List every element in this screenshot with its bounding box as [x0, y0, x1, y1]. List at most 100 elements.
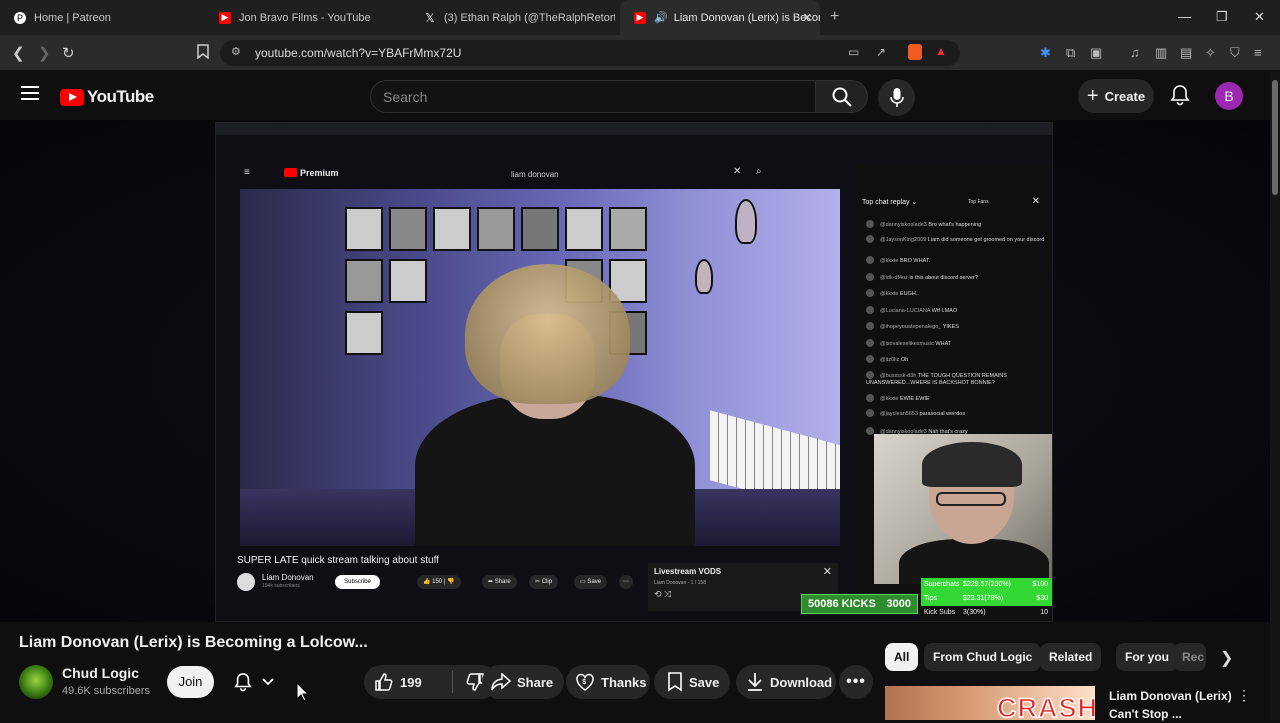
recorded-video-title: SUPER LATE quick stream talking about st…: [237, 555, 439, 566]
voice-search-button[interactable]: [878, 79, 915, 116]
chat-avatar: [866, 409, 874, 417]
extension-icon[interactable]: ✱: [1040, 45, 1051, 61]
chip-all[interactable]: All: [885, 643, 919, 671]
like-dislike-group: 199: [364, 665, 498, 699]
bookmark-icon[interactable]: [197, 44, 209, 63]
like-button[interactable]: 199: [364, 672, 452, 692]
cast-icon[interactable]: ▭: [848, 45, 859, 59]
chat-username: @kkxte: [880, 291, 899, 297]
chat-username: @Luciana-LUCIANA: [880, 308, 931, 314]
row-value: $229.57(230%): [963, 581, 1011, 588]
tab-label: Jon Bravo Films - YouTube: [239, 11, 371, 24]
download-button[interactable]: Download: [736, 665, 836, 699]
notifications-button[interactable]: [1170, 84, 1190, 111]
join-button[interactable]: Join: [167, 666, 214, 698]
recommended-video-title[interactable]: Liam Donovan (Lerix) Can't Stop ...: [1109, 687, 1239, 723]
kicks-value: 3000: [886, 598, 911, 610]
chat-message: @idk-df4oz is this about discord server?: [866, 273, 1046, 282]
channel-avatar[interactable]: [19, 665, 53, 699]
browser-tab-bar: P Home | Patreon ▶ Jon Bravo Films - You…: [0, 0, 1280, 35]
account-avatar[interactable]: B: [1215, 82, 1243, 110]
tips-row: Tips $23.31(78%) $30: [921, 592, 1052, 606]
row-value: 3(30%): [963, 609, 986, 616]
site-settings-icon[interactable]: ⚙: [231, 45, 241, 58]
x-icon: 𝕏: [425, 10, 435, 25]
donation-goals-overlay: Superchats $229.57(230%) $100 Tips $23.31(7…: [921, 578, 1052, 620]
chat-message: @bussssk-d3h THE TOUGH QUESTION REMAINS …: [866, 371, 1046, 387]
address-bar[interactable]: ⚙ youtube.com/watch?v=YBAFrMmx72U ▭ ↗ ▲: [220, 40, 960, 66]
browser-tab-jon-bravo[interactable]: ▶ Jon Bravo Films - YouTube: [205, 0, 410, 35]
search-input[interactable]: [371, 81, 815, 112]
share-label: Share: [494, 579, 511, 585]
new-tab-button[interactable]: +: [830, 8, 839, 26]
leo-ai-icon[interactable]: ✧: [1205, 45, 1216, 61]
youtube-logo[interactable]: YouTube: [60, 87, 154, 107]
search-box[interactable]: [370, 80, 816, 113]
tab-label: (3) Ethan Ralph (@TheRalphRetort) /: [444, 11, 615, 24]
chevron-right-icon[interactable]: ❯: [1220, 648, 1233, 668]
chip-from-chud-logic[interactable]: From Chud Logic: [924, 643, 1042, 671]
recommended-title-line: Can't Stop ...: [1109, 707, 1182, 721]
minimize-button[interactable]: —: [1178, 9, 1191, 24]
recorded-browser-tabs: [216, 123, 1052, 135]
chat-text: parasocial weirdos: [919, 411, 966, 417]
browser-tab-patreon[interactable]: P Home | Patreon: [0, 0, 205, 35]
vpn-icon[interactable]: ⛉: [1230, 45, 1240, 61]
brave-rewards-icon[interactable]: ▲: [935, 44, 947, 58]
sidebar-icon[interactable]: ▥: [1155, 45, 1167, 61]
chip-related[interactable]: Related: [1040, 643, 1102, 671]
media-icon[interactable]: ♫: [1130, 45, 1140, 60]
more-vertical-icon[interactable]: ⋮: [1237, 687, 1251, 704]
close-window-button[interactable]: ✕: [1254, 9, 1265, 25]
recorded-subscribe-button: Subscribe: [335, 575, 380, 589]
create-button[interactable]: + Create: [1078, 79, 1154, 113]
chat-avatar: [866, 289, 874, 297]
kick-subs-row: Kick Subs 3(30%) 10: [921, 606, 1052, 620]
brave-shields-icon[interactable]: [908, 44, 922, 60]
commentator-hat: [922, 442, 1022, 487]
browser-toolbar: ❮ ❯ ↻ ⚙ youtube.com/watch?v=YBAFrMmx72U …: [0, 35, 1280, 71]
pendant-lamp: [695, 259, 713, 294]
recorded-youtube-premium-logo: Premium: [284, 168, 339, 178]
wallet-card-icon[interactable]: ▤: [1180, 45, 1192, 61]
subscription-notification-button[interactable]: [224, 666, 284, 698]
row-goal: $100: [1032, 581, 1048, 588]
share-page-icon[interactable]: ↗: [876, 45, 886, 59]
chip-recently-uploaded[interactable]: Rec: [1173, 643, 1206, 671]
premium-label: Premium: [300, 168, 339, 178]
chat-avatar: [866, 235, 874, 243]
back-icon[interactable]: ❮: [12, 44, 25, 62]
youtube-play-icon: [60, 88, 84, 106]
recorded-more-button: ⋯: [619, 575, 633, 589]
chat-message: @isovaleselikesmusic WHAT: [866, 339, 1046, 348]
chat-avatar: [866, 273, 874, 281]
page-scrollbar-thumb[interactable]: [1272, 80, 1278, 195]
chip-for-you[interactable]: For you: [1116, 643, 1178, 671]
chat-username: @idk-df4oz: [880, 275, 908, 281]
hamburger-menu-icon[interactable]: [21, 86, 39, 100]
thumbs-up-icon: [375, 673, 393, 691]
youtube-logo-text: YouTube: [87, 87, 154, 106]
video-player[interactable]: ≡ Premium liam donovan ✕ ⌕ ⇪ 🔔: [0, 120, 1270, 622]
extensions-puzzle-icon[interactable]: ⧉: [1066, 45, 1075, 61]
more-actions-button[interactable]: •••: [839, 665, 873, 699]
chat-avatar: [866, 371, 874, 379]
recommended-video-thumbnail[interactable]: CRASH: [885, 686, 1095, 720]
pendant-lamp: [735, 199, 757, 244]
share-button[interactable]: Share: [482, 665, 564, 699]
close-tab-icon[interactable]: ✕: [803, 11, 812, 24]
chat-username: @JaysonKing2009: [880, 237, 927, 243]
search-button[interactable]: [816, 80, 868, 113]
chat-avatar: [866, 355, 874, 363]
channel-name[interactable]: Chud Logic: [62, 665, 139, 681]
reload-icon[interactable]: ↻: [62, 44, 75, 62]
thanks-button[interactable]: $ Thanks: [566, 665, 650, 699]
restore-button[interactable]: ❐: [1216, 9, 1228, 25]
chat-username: @bussssk-d3h: [880, 373, 917, 379]
forward-icon[interactable]: ❯: [38, 44, 51, 62]
browser-tab-ethan-ralph[interactable]: 𝕏 (3) Ethan Ralph (@TheRalphRetort) /: [410, 0, 615, 35]
menu-icon[interactable]: ≡: [1254, 45, 1262, 60]
browser-tab-liam-donovan[interactable]: ▶ 🔊 Liam Donovan (Lerix) is Becom ✕: [620, 0, 820, 35]
wallet-icon[interactable]: ▣: [1090, 45, 1102, 61]
save-button[interactable]: Save: [654, 665, 730, 699]
